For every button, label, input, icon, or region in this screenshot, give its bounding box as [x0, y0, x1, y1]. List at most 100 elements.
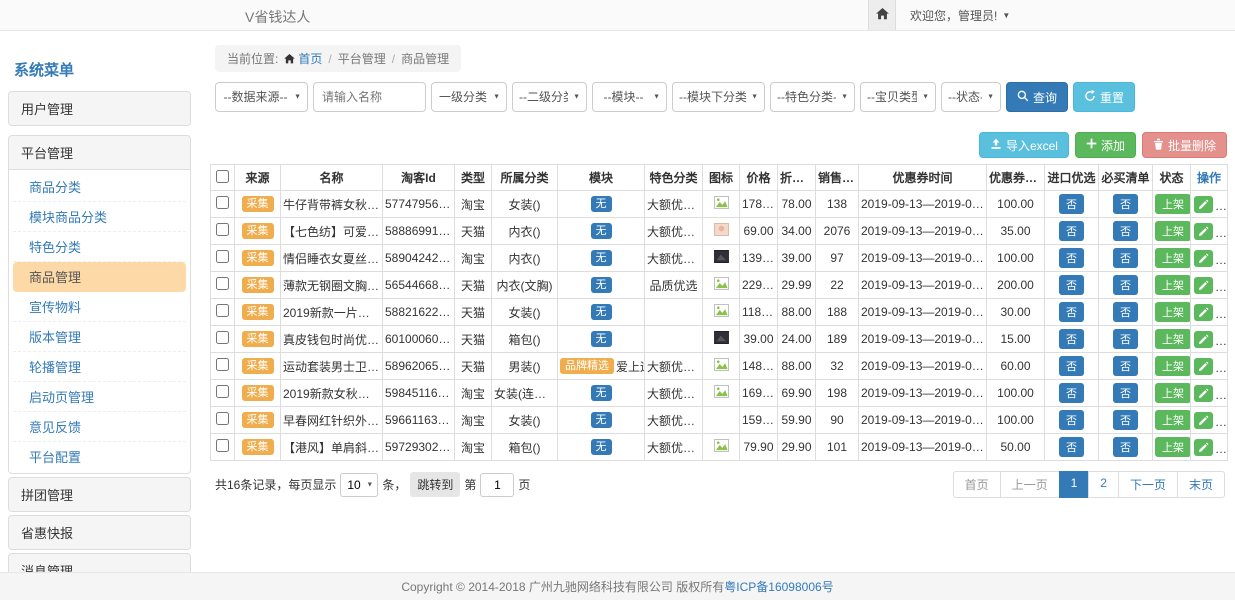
sidebar-subitem[interactable]: 启动页管理	[13, 382, 186, 412]
must-buy-toggle-button[interactable]: 否	[1113, 248, 1138, 268]
import-toggle-button[interactable]: 否	[1059, 383, 1084, 403]
edit-button[interactable]	[1194, 331, 1213, 348]
sidebar-subitem[interactable]: 轮播管理	[13, 352, 186, 382]
filter-select[interactable]: 一级分类	[431, 82, 507, 112]
type-cell: 天猫	[455, 218, 492, 245]
sidebar-subitem[interactable]: 宣传物料	[13, 292, 186, 322]
import-toggle-button[interactable]: 否	[1059, 275, 1084, 295]
must-buy-toggle-button[interactable]: 否	[1113, 410, 1138, 430]
search-button[interactable]: 查询	[1006, 82, 1068, 112]
row-checkbox[interactable]	[216, 439, 229, 452]
status-button[interactable]: 上架	[1155, 248, 1191, 268]
row-checkbox[interactable]	[216, 412, 229, 425]
sidebar-item[interactable]: 省惠快报	[8, 515, 191, 550]
select-all-checkbox[interactable]	[216, 170, 229, 183]
import-toggle-button[interactable]: 否	[1059, 437, 1084, 457]
must-buy-toggle-button[interactable]: 否	[1113, 437, 1138, 457]
source-badge: 采集	[242, 412, 274, 428]
edit-button[interactable]	[1194, 250, 1213, 267]
row-checkbox[interactable]	[216, 358, 229, 371]
row-checkbox[interactable]	[216, 331, 229, 344]
import-toggle-button[interactable]: 否	[1059, 410, 1084, 430]
status-button[interactable]: 上架	[1155, 302, 1191, 322]
pager-button[interactable]: 1	[1059, 471, 1090, 498]
status-cell: 上架	[1153, 245, 1191, 272]
import-toggle-button[interactable]: 否	[1059, 302, 1084, 322]
status-button[interactable]: 上架	[1155, 275, 1191, 295]
must-buy-toggle-button[interactable]: 否	[1113, 329, 1138, 349]
sidebar-item-user-management[interactable]: 用户管理	[8, 91, 191, 126]
page-size-select[interactable]: 10	[340, 473, 378, 497]
filter-select[interactable]: --模块下分类--	[672, 82, 765, 112]
must-buy-toggle-button[interactable]: 否	[1113, 194, 1138, 214]
row-checkbox[interactable]	[216, 385, 229, 398]
edit-button[interactable]	[1194, 385, 1213, 402]
name-search-input[interactable]	[313, 82, 426, 112]
row-checkbox[interactable]	[216, 277, 229, 290]
must-buy-toggle-button[interactable]: 否	[1113, 275, 1138, 295]
filter-select[interactable]: --状态--	[941, 82, 1001, 112]
sidebar-subitem[interactable]: 版本管理	[13, 322, 186, 352]
taoke-id-cell: 589620659791	[383, 353, 455, 380]
row-checkbox[interactable]	[216, 196, 229, 209]
user-menu[interactable]: 欢迎您，管理员! ▼	[910, 7, 1010, 24]
add-button[interactable]: 添加	[1075, 132, 1136, 158]
status-button[interactable]: 上架	[1155, 410, 1191, 430]
edit-button[interactable]	[1194, 277, 1213, 294]
sidebar-subitem[interactable]: 商品管理	[13, 262, 186, 292]
copyright-text: Copyright © 2014-2018 广州九驰网络科技有限公司 版权所有	[401, 578, 724, 595]
jump-suf-label: 页	[518, 476, 530, 493]
filter-select[interactable]: --二级分类--	[512, 82, 587, 112]
import-toggle-button[interactable]: 否	[1059, 194, 1084, 214]
edit-button[interactable]	[1194, 196, 1213, 213]
row-checkbox[interactable]	[216, 250, 229, 263]
row-checkbox[interactable]	[216, 223, 229, 236]
import-excel-button[interactable]: 导入excel	[979, 132, 1069, 158]
status-button[interactable]: 上架	[1155, 356, 1191, 376]
sidebar-subitem[interactable]: 商品分类	[13, 172, 186, 202]
batch-delete-button[interactable]: 批量删除	[1142, 132, 1227, 158]
status-button[interactable]: 上架	[1155, 383, 1191, 403]
filter-select[interactable]: --宝贝类型--	[860, 82, 936, 112]
sidebar-item-platform-management[interactable]: 平台管理	[8, 135, 191, 170]
edit-button[interactable]	[1194, 223, 1213, 240]
edit-button[interactable]	[1194, 439, 1213, 456]
status-button[interactable]: 上架	[1155, 194, 1191, 214]
status-button[interactable]: 上架	[1155, 221, 1191, 241]
reset-button[interactable]: 重置	[1073, 82, 1135, 112]
icp-link[interactable]: 粤ICP备16098006号	[724, 578, 833, 595]
pager-button[interactable]: 末页	[1177, 471, 1225, 498]
pager-button[interactable]: 2	[1088, 471, 1119, 498]
breadcrumb-home-link[interactable]: 首页	[298, 52, 322, 66]
sidebar-subitem[interactable]: 模块商品分类	[13, 202, 186, 232]
coupon-time-cell: 2019-09-13—2019-09-17	[859, 272, 987, 299]
page-number-input[interactable]	[480, 473, 514, 497]
filter-select[interactable]: --特色分类--	[770, 82, 855, 112]
import-toggle-button[interactable]: 否	[1059, 329, 1084, 349]
filter-select[interactable]: --模块--	[592, 82, 667, 112]
sidebar-item[interactable]: 拼团管理	[8, 477, 191, 512]
must-buy-toggle-button[interactable]: 否	[1113, 221, 1138, 241]
sidebar-subitem[interactable]: 平台配置	[13, 442, 186, 471]
status-button[interactable]: 上架	[1155, 329, 1191, 349]
status-button[interactable]: 上架	[1155, 437, 1191, 457]
jump-button[interactable]: 跳转到	[410, 472, 460, 497]
module-badge: 无	[591, 412, 612, 428]
must-buy-toggle-button[interactable]: 否	[1113, 356, 1138, 376]
sidebar-subitem[interactable]: 意见反馈	[13, 412, 186, 442]
edit-button[interactable]	[1194, 358, 1213, 375]
import-toggle-button[interactable]: 否	[1059, 221, 1084, 241]
must-buy-toggle-button[interactable]: 否	[1113, 302, 1138, 322]
sidebar-subitem[interactable]: 特色分类	[13, 232, 186, 262]
data-source-select[interactable]: --数据来源--	[215, 82, 308, 112]
pager-button[interactable]: 下一页	[1118, 471, 1178, 498]
import-toggle-button[interactable]: 否	[1059, 248, 1084, 268]
edit-button[interactable]	[1194, 304, 1213, 321]
must-buy-cell: 否	[1099, 191, 1153, 218]
discount-price-cell: 39.00	[778, 245, 816, 272]
edit-button[interactable]	[1194, 412, 1213, 429]
row-checkbox[interactable]	[216, 304, 229, 317]
home-button[interactable]	[868, 0, 896, 30]
import-toggle-button[interactable]: 否	[1059, 356, 1084, 376]
must-buy-toggle-button[interactable]: 否	[1113, 383, 1138, 403]
